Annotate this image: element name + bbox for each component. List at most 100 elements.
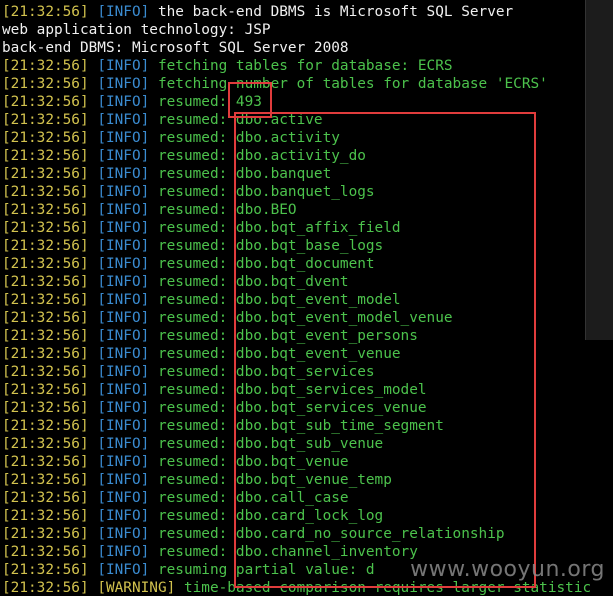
terminal-line: [21:32:56] [INFO] resumed: dbo.call_case bbox=[2, 489, 591, 507]
log-level: [INFO] bbox=[97, 364, 150, 380]
log-level: [INFO] bbox=[97, 472, 150, 488]
log-message: resuming partial value: d bbox=[149, 562, 375, 578]
terminal-line: web application technology: JSP bbox=[2, 21, 591, 39]
log-message: back-end DBMS: Microsoft SQL Server 2008 bbox=[2, 40, 349, 56]
terminal-line: [21:32:56] [INFO] resumed: dbo.bqt_event… bbox=[2, 327, 591, 345]
log-level: [INFO] bbox=[97, 310, 150, 326]
terminal-line: [21:32:56] [INFO] resumed: 493 bbox=[2, 93, 591, 111]
terminal-line: [21:32:56] [INFO] resumed: dbo.activity_… bbox=[2, 147, 591, 165]
terminal-line: [21:32:56] [INFO] resumed: dbo.bqt_event… bbox=[2, 345, 591, 363]
log-level: [INFO] bbox=[97, 346, 150, 362]
terminal-line: [21:32:56] [INFO] resumed: dbo.bqt_sub_t… bbox=[2, 417, 591, 435]
log-timestamp: [21:32:56] bbox=[2, 310, 89, 326]
terminal-window[interactable]: [21:32:56] [INFO] the back-end DBMS is M… bbox=[0, 0, 613, 596]
log-message: resumed: dbo.bqt_sub_venue bbox=[149, 436, 384, 452]
log-level: [INFO] bbox=[97, 166, 150, 182]
log-message: resumed: dbo.bqt_services_venue bbox=[149, 400, 427, 416]
log-message: fetching tables for database: ECRS bbox=[149, 58, 453, 74]
log-timestamp: [21:32:56] bbox=[2, 580, 89, 596]
log-level: [INFO] bbox=[97, 382, 150, 398]
terminal-line: [21:32:56] [INFO] resumed: dbo.bqt_event… bbox=[2, 309, 591, 327]
log-level: [INFO] bbox=[97, 112, 150, 128]
terminal-line: [21:32:56] [INFO] resumed: dbo.active bbox=[2, 111, 591, 129]
log-timestamp: [21:32:56] bbox=[2, 220, 89, 236]
log-message: resumed: dbo.card_no_source_relationship bbox=[149, 526, 505, 542]
terminal-line: [21:32:56] [INFO] resumed: dbo.bqt_venue bbox=[2, 453, 591, 471]
terminal-line: [21:32:56] [INFO] resumed: dbo.activity bbox=[2, 129, 591, 147]
terminal-line: [21:32:56] [INFO] resumed: dbo.bqt_docum… bbox=[2, 255, 591, 273]
log-timestamp: [21:32:56] bbox=[2, 364, 89, 380]
terminal-line: [21:32:56] [INFO] resumed: dbo.bqt_servi… bbox=[2, 399, 591, 417]
log-message: resumed: dbo.bqt_services_model bbox=[149, 382, 427, 398]
log-message: resumed: dbo.activity_do bbox=[149, 148, 366, 164]
terminal-line: [21:32:56] [INFO] resumed: dbo.bqt_servi… bbox=[2, 363, 591, 381]
log-message: resumed: dbo.bqt_services bbox=[149, 364, 375, 380]
log-timestamp: [21:32:56] bbox=[2, 94, 89, 110]
log-level: [WARNING] bbox=[97, 580, 176, 596]
terminal-line: [21:32:56] [INFO] resumed: dbo.bqt_servi… bbox=[2, 381, 591, 399]
log-level: [INFO] bbox=[97, 130, 150, 146]
log-message: resumed: dbo.bqt_venue_temp bbox=[149, 472, 392, 488]
log-message: resumed: dbo.bqt_event_venue bbox=[149, 346, 401, 362]
terminal-line: [21:32:56] [INFO] resumed: dbo.bqt_affix… bbox=[2, 219, 591, 237]
terminal-output: [21:32:56] [INFO] the back-end DBMS is M… bbox=[2, 3, 591, 596]
log-message: resumed: dbo.channel_inventory bbox=[149, 544, 418, 560]
log-timestamp: [21:32:56] bbox=[2, 436, 89, 452]
log-timestamp: [21:32:56] bbox=[2, 328, 89, 344]
log-message: resumed: dbo.bqt_event_persons bbox=[149, 328, 418, 344]
log-timestamp: [21:32:56] bbox=[2, 238, 89, 254]
log-level: [INFO] bbox=[97, 220, 150, 236]
log-message: resumed: dbo.bqt_affix_field bbox=[149, 220, 401, 236]
terminal-line: [21:32:56] [INFO] resumed: dbo.bqt_event… bbox=[2, 291, 591, 309]
terminal-line: [21:32:56] [INFO] resumed: dbo.bqt_sub_v… bbox=[2, 435, 591, 453]
terminal-line: [21:32:56] [INFO] resumed: dbo.bqt_base_… bbox=[2, 237, 591, 255]
terminal-line: [21:32:56] [INFO] fetching number of tab… bbox=[2, 75, 591, 93]
log-timestamp: [21:32:56] bbox=[2, 58, 89, 74]
log-message: resumed: dbo.banquet_logs bbox=[149, 184, 375, 200]
log-level: [INFO] bbox=[97, 58, 150, 74]
log-timestamp: [21:32:56] bbox=[2, 166, 89, 182]
log-message: resumed: 493 bbox=[149, 94, 262, 110]
log-timestamp: [21:32:56] bbox=[2, 184, 89, 200]
log-message: fetching number of tables for database '… bbox=[149, 76, 548, 92]
log-timestamp: [21:32:56] bbox=[2, 292, 89, 308]
log-level: [INFO] bbox=[97, 238, 150, 254]
log-timestamp: [21:32:56] bbox=[2, 526, 89, 542]
log-level: [INFO] bbox=[97, 490, 150, 506]
log-message: resumed: dbo.activity bbox=[149, 130, 340, 146]
log-timestamp: [21:32:56] bbox=[2, 274, 89, 290]
log-timestamp: [21:32:56] bbox=[2, 148, 89, 164]
log-timestamp: [21:32:56] bbox=[2, 472, 89, 488]
log-level: [INFO] bbox=[97, 274, 150, 290]
log-message: resumed: dbo.bqt_venue bbox=[149, 454, 349, 470]
log-timestamp: [21:32:56] bbox=[2, 508, 89, 524]
log-level: [INFO] bbox=[97, 526, 150, 542]
log-timestamp: [21:32:56] bbox=[2, 490, 89, 506]
terminal-line: [21:32:56] [INFO] resumed: dbo.banquet_l… bbox=[2, 183, 591, 201]
terminal-line: [21:32:56] [INFO] resumed: dbo.bqt_dvent bbox=[2, 273, 591, 291]
log-level: [INFO] bbox=[97, 292, 150, 308]
log-timestamp: [21:32:56] bbox=[2, 454, 89, 470]
log-message: time-based comparison requires larger st… bbox=[175, 580, 592, 596]
terminal-line: [21:32:56] [INFO] resumed: dbo.card_no_s… bbox=[2, 525, 591, 543]
terminal-line: back-end DBMS: Microsoft SQL Server 2008 bbox=[2, 39, 591, 57]
log-message: resumed: dbo.bqt_dvent bbox=[149, 274, 349, 290]
log-level: [INFO] bbox=[97, 256, 150, 272]
terminal-line: [21:32:56] [INFO] the back-end DBMS is M… bbox=[2, 3, 591, 21]
terminal-line: [21:32:56] [INFO] fetching tables for da… bbox=[2, 57, 591, 75]
log-level: [INFO] bbox=[97, 436, 150, 452]
log-message: resumed: dbo.bqt_event_model bbox=[149, 292, 401, 308]
log-level: [INFO] bbox=[97, 562, 150, 578]
log-level: [INFO] bbox=[97, 4, 150, 20]
log-timestamp: [21:32:56] bbox=[2, 112, 89, 128]
terminal-line: [21:32:56] [INFO] resumed: dbo.BEO bbox=[2, 201, 591, 219]
log-timestamp: [21:32:56] bbox=[2, 76, 89, 92]
log-message: resumed: dbo.active bbox=[149, 112, 323, 128]
log-level: [INFO] bbox=[97, 94, 150, 110]
log-level: [INFO] bbox=[97, 202, 150, 218]
log-message: resumed: dbo.bqt_sub_time_segment bbox=[149, 418, 444, 434]
log-level: [INFO] bbox=[97, 544, 150, 560]
log-timestamp: [21:32:56] bbox=[2, 382, 89, 398]
log-timestamp: [21:32:56] bbox=[2, 202, 89, 218]
log-message: resumed: dbo.BEO bbox=[149, 202, 297, 218]
